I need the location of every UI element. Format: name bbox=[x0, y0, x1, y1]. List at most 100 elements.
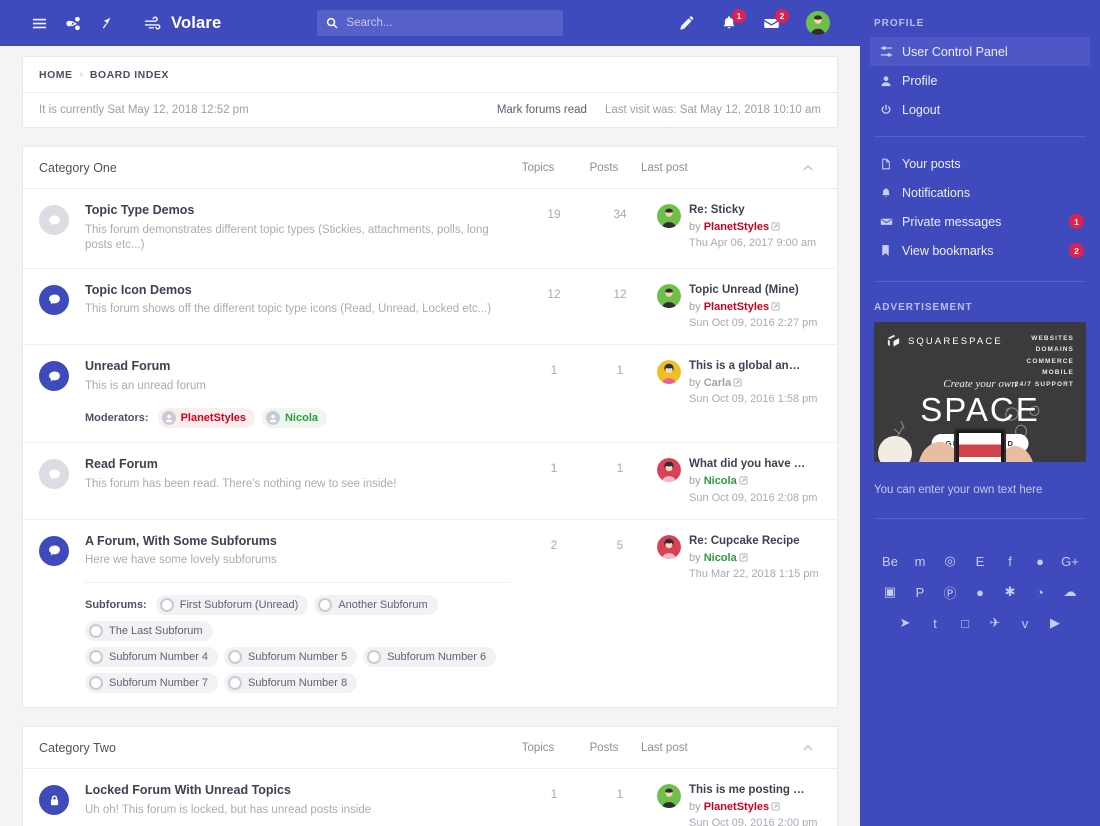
mastodon-icon[interactable]: m bbox=[912, 553, 928, 569]
last-post-avatar[interactable] bbox=[657, 784, 681, 808]
last-post-avatar[interactable] bbox=[657, 534, 681, 559]
moderator-list: Moderators: PlanetStyles Nicola bbox=[85, 408, 327, 429]
last-post-title-link[interactable]: This is me posting is a locke... bbox=[689, 783, 807, 798]
subforum-chip[interactable]: Subforum Number 4 bbox=[85, 647, 219, 667]
subforum-status-icon bbox=[89, 624, 103, 638]
moderator-chip[interactable]: Nicola bbox=[261, 408, 327, 429]
compose-icon[interactable] bbox=[679, 15, 695, 31]
youtube-icon[interactable]: ▶ bbox=[1047, 615, 1063, 631]
power-icon bbox=[880, 104, 902, 116]
slack-icon[interactable]: ✱ bbox=[1002, 584, 1018, 600]
collapse-category-chevron-up-icon[interactable] bbox=[795, 162, 821, 174]
cursor-icon[interactable] bbox=[100, 16, 114, 30]
etsy-icon[interactable]: E bbox=[972, 553, 988, 569]
share-nodes-icon[interactable] bbox=[66, 16, 81, 31]
last-post-username[interactable]: Nicola bbox=[704, 552, 737, 564]
subforum-name: Another Subforum bbox=[338, 599, 428, 611]
category-title[interactable]: Category Two bbox=[39, 741, 116, 755]
moderator-chip[interactable]: PlanetStyles bbox=[157, 408, 255, 429]
snapchat-icon[interactable]: ◔ bbox=[1032, 584, 1048, 600]
brand-logo[interactable]: Volare bbox=[171, 14, 221, 33]
column-header-posts: Posts bbox=[589, 162, 619, 174]
last-post-cell: What did you have for dinner ... by Nicol… bbox=[653, 443, 817, 519]
subforum-name: Subforum Number 6 bbox=[387, 651, 487, 663]
forum-name-link[interactable]: Unread Forum bbox=[85, 359, 327, 375]
soundcloud-icon[interactable]: ☁ bbox=[1062, 584, 1078, 600]
sidebar-item-your-posts[interactable]: Your posts bbox=[870, 149, 1090, 178]
speech-bubble-icon[interactable] bbox=[39, 284, 69, 315]
last-post-username[interactable]: Carla bbox=[704, 377, 732, 389]
google-plus-icon[interactable]: G+ bbox=[1061, 553, 1079, 569]
paypal-icon[interactable]: P bbox=[912, 584, 928, 600]
last-post-title-link[interactable]: What did you have for dinner ... bbox=[689, 457, 807, 472]
breadcrumb-home[interactable]: HOME bbox=[39, 69, 73, 81]
category-title[interactable]: Category One bbox=[39, 161, 117, 175]
sidebar-item-notifications[interactable]: Notifications bbox=[870, 178, 1090, 207]
sidebar-item-private-messages[interactable]: Private messages 1 bbox=[870, 207, 1090, 236]
last-post-avatar[interactable] bbox=[657, 360, 681, 385]
speech-bubble-icon[interactable] bbox=[39, 459, 69, 490]
pinterest-icon[interactable]: Ⓟ bbox=[942, 584, 958, 601]
subforum-chip[interactable]: Subforum Number 5 bbox=[224, 647, 358, 667]
last-post-username[interactable]: PlanetStyles bbox=[704, 301, 769, 313]
forum-name-link[interactable]: A Forum, With Some Subforums bbox=[85, 534, 511, 550]
sidebar-item-user-control-panel[interactable]: User Control Panel bbox=[870, 37, 1090, 66]
sidebar-item-profile[interactable]: Profile bbox=[870, 66, 1090, 95]
speech-bubble-icon[interactable] bbox=[39, 205, 69, 235]
subforum-chip[interactable]: First Subforum (Unread) bbox=[155, 595, 309, 615]
subforum-chip[interactable]: Subforum Number 6 bbox=[363, 647, 497, 667]
facebook-icon[interactable]: f bbox=[1002, 553, 1018, 569]
tumblr-icon[interactable]: t bbox=[927, 615, 943, 631]
messages-envelope-icon[interactable]: 2 bbox=[763, 8, 789, 32]
dribbble-icon[interactable]: ◎ bbox=[942, 553, 958, 569]
search-box[interactable] bbox=[317, 10, 564, 36]
sidebar-item-logout[interactable]: Logout bbox=[870, 95, 1090, 124]
behance-icon[interactable]: Be bbox=[882, 553, 898, 569]
subforum-chip[interactable]: Another Subforum bbox=[314, 595, 438, 615]
github-icon[interactable]: ● bbox=[1032, 553, 1048, 569]
advertisement-banner[interactable]: SQUARESPACE WEBSITES DOMAINS COMMERCE MOBIL… bbox=[874, 322, 1086, 462]
last-post-title-link[interactable]: Re: Cupcake Recipe bbox=[689, 534, 807, 549]
sidebar-item-view-bookmarks[interactable]: View bookmarks 2 bbox=[870, 236, 1090, 265]
search-input[interactable] bbox=[346, 17, 547, 29]
ad-headline: SPACE bbox=[920, 391, 1040, 428]
last-post-title-link[interactable]: Re: Sticky bbox=[689, 203, 807, 218]
menu-icon[interactable] bbox=[32, 16, 47, 31]
forum-name-link[interactable]: Topic Type Demos bbox=[85, 203, 511, 219]
last-post-avatar[interactable] bbox=[657, 204, 681, 228]
vimeo-icon[interactable]: v bbox=[1017, 615, 1033, 631]
last-post-avatar[interactable] bbox=[657, 283, 681, 308]
file-icon bbox=[880, 158, 902, 170]
forum-name-link[interactable]: Read Forum bbox=[85, 457, 396, 473]
forum-name-link[interactable]: Topic Icon Demos bbox=[85, 283, 491, 299]
last-post-author: by Nicola bbox=[689, 551, 819, 565]
subforum-chip[interactable]: The Last Subforum bbox=[85, 621, 213, 641]
posts-count: 12 bbox=[613, 286, 627, 301]
last-post-avatar[interactable] bbox=[657, 458, 681, 483]
brand-name: Volare bbox=[171, 13, 222, 32]
speech-bubble-icon[interactable] bbox=[39, 361, 69, 392]
subforum-chip[interactable]: Subforum Number 7 bbox=[85, 673, 219, 693]
sliders-icon bbox=[880, 45, 902, 58]
speech-bubble-icon[interactable] bbox=[39, 535, 69, 566]
twitch-icon[interactable]: □ bbox=[957, 615, 973, 631]
collapse-category-chevron-up-icon[interactable] bbox=[795, 742, 821, 754]
subforum-chip[interactable]: Subforum Number 8 bbox=[224, 673, 358, 693]
last-post-username[interactable]: PlanetStyles bbox=[704, 801, 769, 813]
last-post-username[interactable]: Nicola bbox=[704, 475, 737, 487]
avatar[interactable] bbox=[806, 11, 830, 35]
last-post-title-link[interactable]: This is a global announcement! bbox=[689, 359, 807, 374]
last-post-username[interactable]: PlanetStyles bbox=[704, 221, 769, 233]
instagram-icon[interactable]: ▣ bbox=[882, 584, 898, 600]
twitter-icon[interactable]: ✈ bbox=[987, 615, 1003, 631]
telegram-icon[interactable]: ➤ bbox=[897, 615, 913, 631]
lock-icon[interactable] bbox=[39, 785, 69, 815]
reddit-icon[interactable]: ● bbox=[972, 584, 988, 600]
mark-forums-read-link[interactable]: Mark forums read bbox=[497, 104, 587, 116]
moderator-name: PlanetStyles bbox=[180, 412, 246, 425]
breadcrumb-board-index[interactable]: BOARD INDEX bbox=[90, 69, 169, 81]
last-visit-text: Last visit was: Sat May 12, 2018 10:10 a… bbox=[604, 104, 821, 116]
forum-name-link[interactable]: Locked Forum With Unread Topics bbox=[85, 783, 371, 799]
last-post-title-link[interactable]: Topic Unread (Mine) bbox=[689, 283, 807, 298]
notifications-bell-icon[interactable]: 1 bbox=[721, 9, 746, 31]
